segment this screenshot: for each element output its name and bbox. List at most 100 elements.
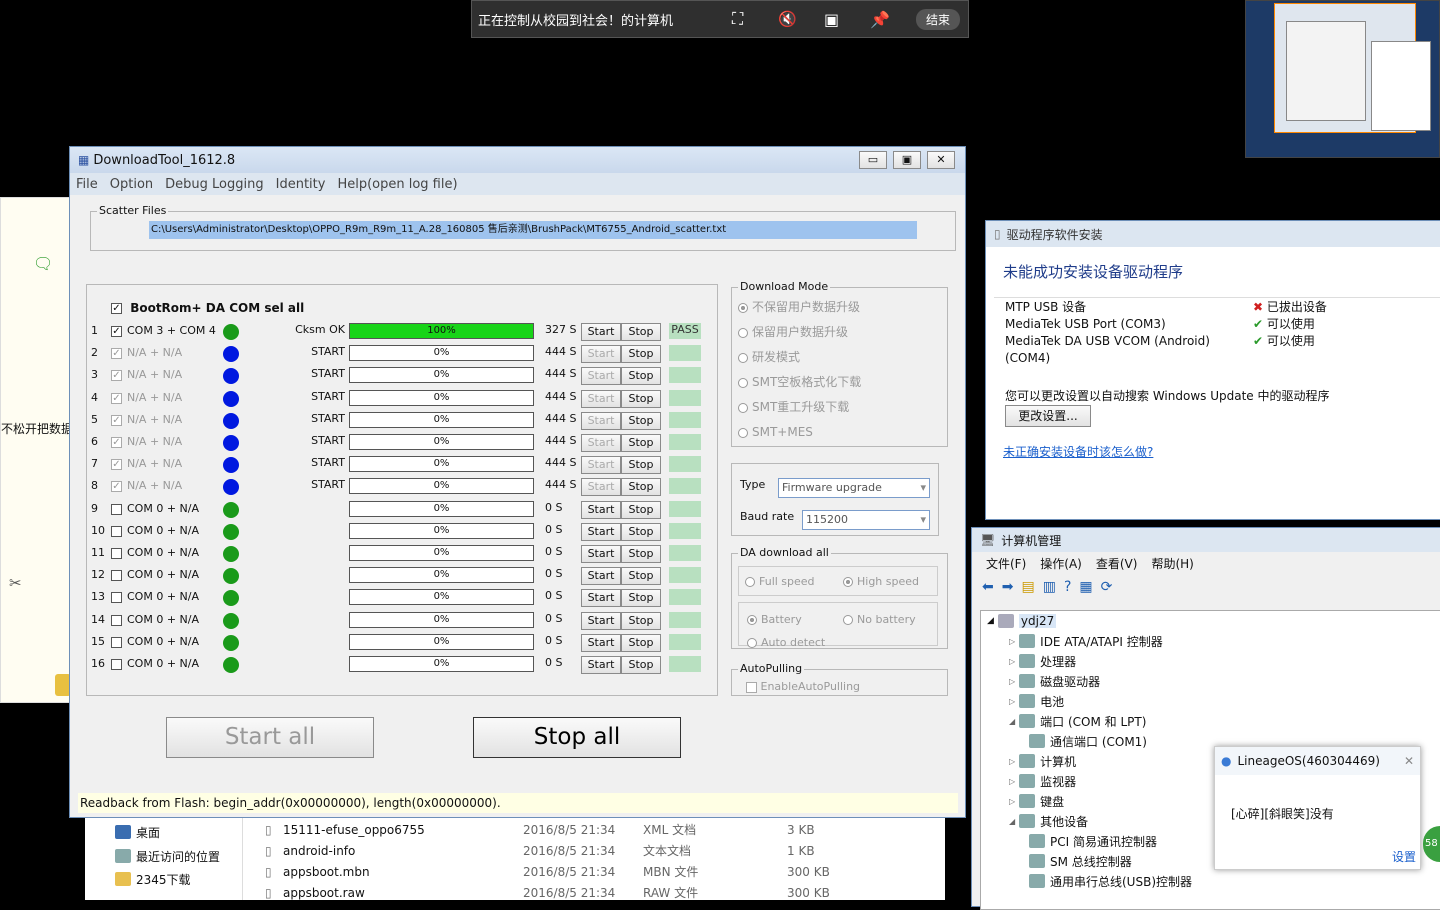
menu-action[interactable]: 操作(A) [1040,555,1082,572]
port-stop-button[interactable]: Stop [621,633,661,652]
menu-file[interactable]: 文件(F) [986,555,1026,572]
port-start-button[interactable]: Start [581,611,621,630]
download-mode-option[interactable]: 保留用户数据升级 [738,323,861,348]
port-checkbox[interactable] [111,570,122,582]
port-start-button[interactable]: Start [581,589,621,608]
help-link[interactable]: 未正确安装设备时该怎么做? [1003,443,1153,460]
port-stop-button[interactable]: Stop [621,456,661,475]
file-row[interactable]: ▯ android-info 2016/8/5 21:34 文本文档 1 KB [265,841,945,862]
port-checkbox[interactable] [111,592,122,604]
port-checkbox[interactable]: ✓ [111,414,122,426]
chat-add-icon[interactable]: 🗨 [33,254,53,273]
expand-icon[interactable]: ▷ [1009,757,1015,766]
menu-view[interactable]: 查看(V) [1096,555,1138,572]
port-stop-button[interactable]: Stop [621,611,661,630]
port-checkbox[interactable]: ✓ [111,392,122,404]
port-start-button[interactable]: Start [581,656,621,674]
tree-item[interactable]: ▷ IDE ATA/ATAPI 控制器 [981,631,1440,651]
menu-option[interactable]: Option [110,177,153,192]
expand-icon[interactable]: ▷ [1009,657,1015,666]
stop-all-button[interactable]: Stop all [473,717,681,758]
port-checkbox[interactable] [111,548,122,559]
tree-item[interactable]: ▷ 处理器 [981,651,1440,671]
tree-root[interactable]: ◢ ydj27 [981,611,1440,631]
download-mode-option[interactable]: SMT空板格式化下载 [738,373,861,398]
menu-debug[interactable]: Debug Logging [165,177,263,192]
port-checkbox[interactable]: ✓ [111,437,122,448]
autopulling-checkbox[interactable]: EnableAutoPulling [746,680,860,693]
minimize-button[interactable]: ▭ [859,151,887,169]
menu-help[interactable]: 帮助(H) [1151,555,1193,572]
nav-item[interactable]: 2345下载 [85,869,191,889]
port-checkbox[interactable] [111,636,122,648]
collapse-icon[interactable]: ◢ [1009,817,1015,826]
port-stop-button[interactable]: Stop [621,345,661,364]
menu-help[interactable]: Help(open log file) [337,177,457,192]
expand-icon[interactable]: ▷ [1009,777,1015,786]
tree-item[interactable]: ▷ 磁盘驱动器 [981,671,1440,691]
port-start-button[interactable]: Start [581,456,621,475]
scissors-icon[interactable]: ✂ [9,574,22,592]
menu-file[interactable]: File [76,177,98,192]
help-icon[interactable]: ? [1064,579,1071,595]
list-icon[interactable]: ▥ [1043,579,1056,595]
port-start-button[interactable]: Start [581,411,621,430]
port-stop-button[interactable]: Stop [621,411,661,430]
no-battery-radio[interactable]: No battery [843,613,916,626]
notification-settings[interactable]: 设置 [1392,848,1416,865]
back-icon[interactable]: ⬅ [982,579,994,595]
port-start-button[interactable]: Start [581,478,621,497]
file-row[interactable]: ▯ appsboot.raw 2016/8/5 21:34 RAW 文件 300 KB [265,883,945,904]
panel-icon[interactable]: ▦ [1079,579,1092,595]
port-stop-button[interactable]: Stop [621,434,661,452]
port-checkbox[interactable] [111,525,122,537]
download-mode-option[interactable]: 研发模式 [738,348,861,373]
download-mode-option[interactable]: 不保留用户数据升级 [738,298,861,323]
port-start-button[interactable]: Start [581,567,621,586]
expand-icon[interactable]: ▷ [1009,677,1015,686]
port-checkbox[interactable]: ✓ [111,370,122,382]
port-start-button[interactable]: Start [581,545,621,563]
download-mode-option[interactable]: SMT+MES [738,423,861,448]
close-button[interactable]: ✕ [927,151,955,169]
port-stop-button[interactable]: Stop [621,545,661,563]
fullscreen-icon[interactable]: ⛶ [732,9,754,29]
expand-icon[interactable]: ▷ [1009,637,1015,646]
end-button[interactable]: 结束 [915,8,960,30]
download-mode-option[interactable]: SMT重工升级下载 [738,398,861,423]
port-start-button[interactable]: Start [581,389,621,408]
collapse-icon[interactable]: ◢ [1009,717,1015,726]
port-checkbox[interactable] [111,659,122,670]
tree-item[interactable]: 通用串行总线(USB)控制器 [981,871,1440,891]
port-checkbox[interactable]: ✓ [111,459,122,471]
file-row[interactable]: ▯ appsboot.mbn 2016/8/5 21:34 MBN 文件 300 KB [265,862,945,883]
battery-radio[interactable]: Battery [747,613,802,626]
start-all-button[interactable]: Start all [166,717,374,758]
folder-up-icon[interactable]: ▤ [1021,579,1034,595]
port-checkbox[interactable]: ✓ [111,481,122,493]
port-start-button[interactable]: Start [581,500,621,519]
menu-identity[interactable]: Identity [276,177,326,192]
port-stop-button[interactable]: Stop [621,656,661,674]
auto-detect-radio[interactable]: Auto detect [747,636,825,649]
nav-item[interactable]: 桌面 [85,822,160,842]
port-start-button[interactable]: Start [581,522,621,541]
expand-icon[interactable]: ▷ [1009,697,1015,706]
port-stop-button[interactable]: Stop [621,500,661,519]
port-stop-button[interactable]: Stop [621,478,661,497]
port-start-button[interactable]: Start [581,633,621,652]
file-row[interactable]: ▯ 15111-efuse_oppo6755 2016/8/5 21:34 XML 文… [265,820,945,841]
port-checkbox[interactable]: ✓ [111,326,122,337]
mute-icon[interactable]: 🔇 [778,10,800,28]
port-stop-button[interactable]: Stop [621,323,661,341]
forward-icon[interactable]: ➡ [1002,579,1014,595]
port-stop-button[interactable]: Stop [621,567,661,586]
scatter-path-field[interactable]: C:\Users\Administrator\Desktop\OPPO_R9m_… [149,221,917,239]
high-speed-radio[interactable]: High speed [843,575,919,588]
port-stop-button[interactable]: Stop [621,522,661,541]
maximize-button[interactable]: ▣ [893,151,921,169]
tree-item[interactable]: ◢ 端口 (COM 和 LPT) [981,711,1440,731]
refresh-icon[interactable]: ⟳ [1101,579,1113,595]
pin-icon[interactable]: 📌 [870,10,892,29]
change-settings-button[interactable]: 更改设置... [1005,405,1091,427]
